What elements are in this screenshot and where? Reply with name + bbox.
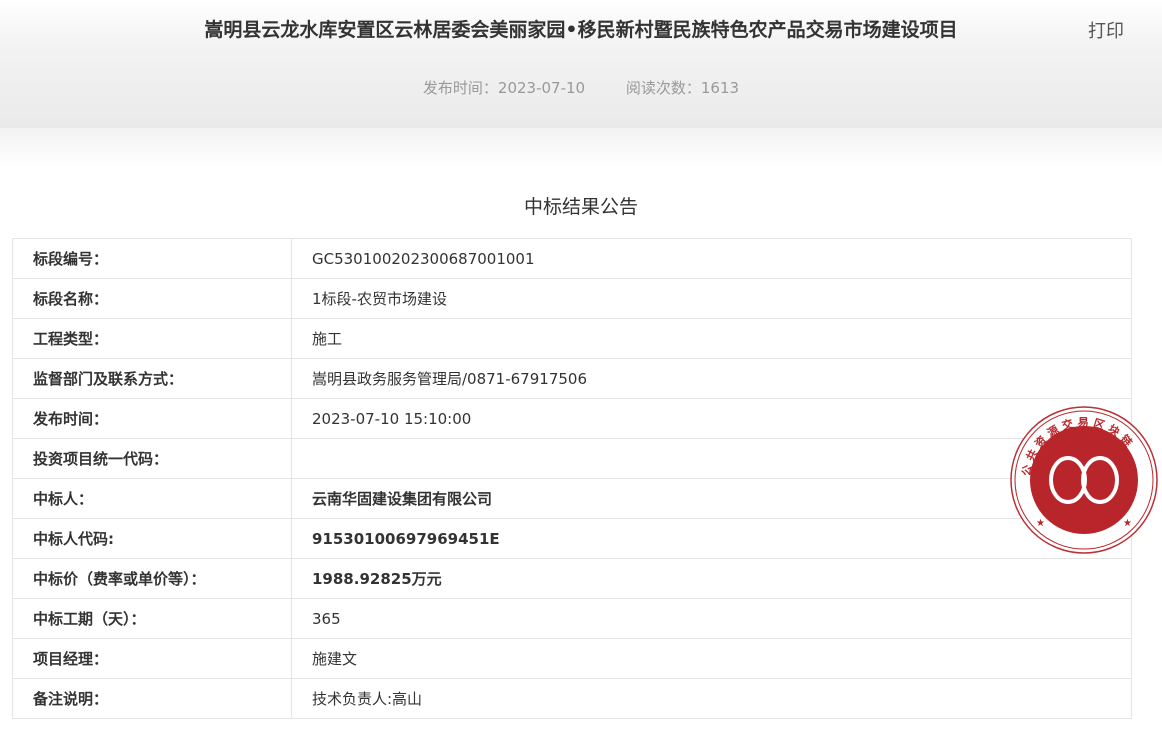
table-row: 监督部门及联系方式： 嵩明县政务服务管理局/0871-67917506 [12, 358, 1132, 399]
table-row: 中标工期（天）： 365 [12, 598, 1132, 639]
row-label: 标段名称： [12, 278, 292, 319]
row-value: 1标段-农贸市场建设 [291, 278, 1132, 319]
row-label: 投资项目统一代码： [12, 438, 292, 479]
table-row: 中标人： 云南华固建设集团有限公司 [12, 478, 1132, 519]
row-label: 项目经理： [12, 638, 292, 679]
table-row: 发布时间： 2023-07-10 15:10:00 [12, 398, 1132, 439]
row-label: 发布时间： [12, 398, 292, 439]
article-meta: 发布时间：2023-07-10 阅读次数：1613 [0, 77, 1162, 98]
row-label: 标段编号： [12, 238, 292, 279]
print-button[interactable]: 打印 [1088, 17, 1124, 43]
notice-title: 中标结果公告 [523, 196, 638, 218]
header-shadow [0, 128, 1162, 168]
table-row: 工程类型： 施工 [12, 318, 1132, 359]
row-label: 工程类型： [12, 318, 292, 359]
row-value: 2023-07-10 15:10:00 [291, 398, 1132, 439]
row-label: 中标工期（天）： [12, 598, 292, 639]
svg-text:★: ★ [1123, 518, 1132, 529]
row-label: 备注说明： [12, 678, 292, 719]
row-label: 中标人代码: [12, 518, 292, 559]
table-row: 项目经理： 施建文 [12, 638, 1132, 679]
row-value: 施工 [291, 318, 1132, 359]
row-value: 云南华固建设集团有限公司 [291, 478, 1132, 519]
svg-text:★: ★ [1036, 518, 1045, 529]
result-table: 标段编号： GC5301002023006870​01001 标段名称： 1标段… [12, 238, 1132, 719]
row-label: 监督部门及联系方式： [12, 358, 292, 399]
row-value: 施建文 [291, 638, 1132, 679]
table-row: 投资项目统一代码： [12, 438, 1132, 479]
page-title: 嵩明县云龙水库安置区云林居委会美丽家园•移民新村暨民族特色农产品交易市场建设项目 [204, 19, 958, 41]
blockchain-seal-icon: 公共资源交易区块链 ★ ★ 存证标识 [1010, 406, 1158, 554]
table-row: 标段名称： 1标段-农贸市场建设 [12, 278, 1132, 319]
publish-time: 发布时间：2023-07-10 [422, 79, 586, 97]
page-header: 嵩明县云龙水库安置区云林居委会美丽家园•移民新村暨民族特色农产品交易市场建设项目… [0, 0, 1162, 128]
read-count: 阅读次数：1613 [625, 79, 740, 97]
row-value [291, 438, 1132, 479]
row-value: 365 [291, 598, 1132, 639]
table-row: 备注说明： 技术负责人:高山 [12, 678, 1132, 719]
row-value: GC5301002023006870​01001 [291, 238, 1132, 279]
row-label: 中标人： [12, 478, 292, 519]
row-value: 91530100697969451E [291, 518, 1132, 559]
row-label: 中标价（费率或单价等）： [12, 558, 292, 599]
row-value: 技术负责人:高山 [291, 678, 1132, 719]
table-row: 中标人代码: 91530100697969451E [12, 518, 1132, 559]
table-row: 中标价（费率或单价等）： 1988.92825万元 [12, 558, 1132, 599]
row-value: 1988.92825万元 [291, 558, 1132, 599]
row-value: 嵩明县政务服务管理局/0871-67917506 [291, 358, 1132, 399]
table-row: 标段编号： GC5301002023006870​01001 [12, 238, 1132, 279]
